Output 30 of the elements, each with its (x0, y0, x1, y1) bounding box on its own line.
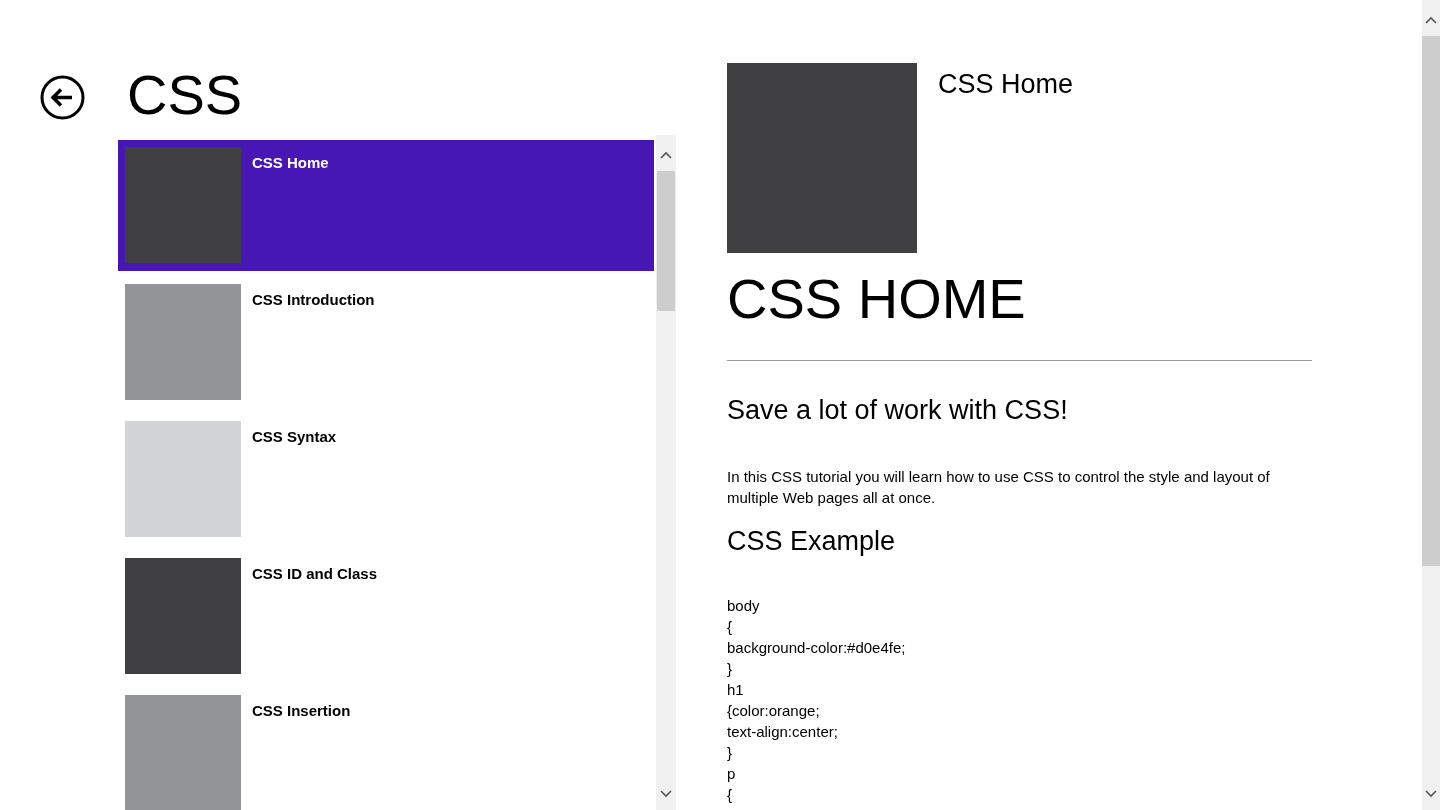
scroll-thumb[interactable] (657, 171, 675, 311)
code-line: { (727, 618, 732, 636)
scroll-thumb[interactable] (1422, 36, 1440, 566)
page-title: CSS (127, 67, 243, 123)
list-item[interactable]: CSS Home (118, 140, 654, 271)
scroll-down-icon[interactable] (1425, 790, 1437, 798)
code-line: background-color:#d0e4fe; (727, 639, 906, 657)
article-heading: CSS HOME (727, 266, 1027, 332)
code-line: h1 (727, 681, 744, 699)
scroll-up-icon[interactable] (1425, 16, 1437, 24)
code-line: text-align:center; (727, 723, 838, 741)
code-line: } (727, 660, 732, 678)
code-line: {color:orange; (727, 702, 820, 720)
list-item[interactable]: CSS Syntax (118, 414, 654, 545)
paragraph: In this CSS tutorial you will learn how to use CSS to control the style and layout of multiple Web pages all at once. (727, 467, 1271, 509)
section-heading: CSS Example (727, 526, 897, 558)
list-item[interactable]: CSS Insertion (118, 688, 654, 810)
code-line: body (727, 597, 760, 615)
list-item[interactable]: CSS ID and Class (118, 551, 654, 682)
scroll-down-icon[interactable] (660, 790, 672, 798)
scroll-up-icon[interactable] (660, 151, 672, 159)
code-line: } (727, 744, 732, 762)
code-line: p (727, 765, 736, 783)
article-title: CSS Home (938, 69, 1074, 101)
code-line: { (727, 786, 732, 804)
list-item[interactable]: CSS Introduction (118, 277, 654, 408)
scrollbar[interactable] (656, 135, 676, 810)
subheading: Save a lot of work with CSS! (727, 395, 1069, 427)
page-scrollbar[interactable] (1422, 0, 1440, 810)
back-button[interactable] (40, 74, 85, 120)
